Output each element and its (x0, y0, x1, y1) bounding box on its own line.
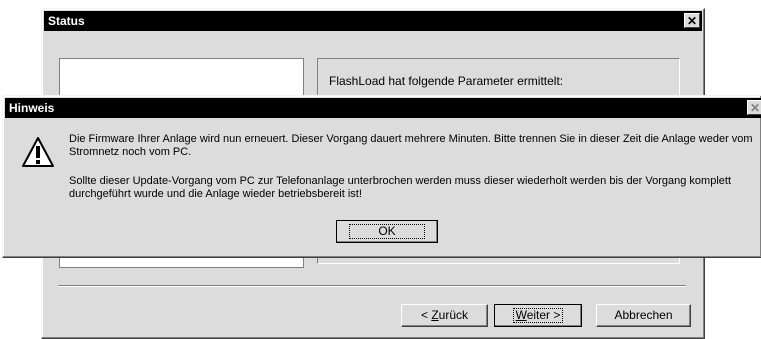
hinweis-message-2: Sollte dieser Update-Vorgang vom PC zur … (69, 175, 732, 200)
next-label: eiter > (526, 308, 561, 322)
cancel-label: Abbrechen (614, 308, 673, 322)
cancel-button[interactable]: Abbrechen (596, 304, 691, 327)
back-label: urück (438, 308, 469, 322)
back-button[interactable]: < Zurück (401, 304, 488, 327)
back-mnemonic: Z (431, 308, 439, 322)
close-icon: ✕ (686, 14, 698, 28)
status-title: Status (48, 14, 85, 28)
hinweis-dialog: Hinweis ✕ Die Firmware Ihrer Anlage wird… (2, 95, 761, 258)
close-icon: ✕ (749, 101, 761, 115)
status-title-bar[interactable]: Status ✕ (44, 11, 702, 31)
parameters-label: FlashLoad hat folgende Parameter ermitte… (329, 74, 564, 88)
back-prefix: < (420, 308, 432, 322)
hinweis-close-button[interactable]: ✕ (747, 100, 761, 115)
ok-button[interactable]: OK (336, 220, 438, 243)
next-mnemonic: W (515, 308, 527, 322)
hinweis-title: Hinweis (9, 101, 55, 115)
exclamation-icon (22, 137, 54, 167)
status-close-button[interactable]: ✕ (684, 13, 700, 28)
separator (58, 285, 686, 287)
hinweis-message-1: Die Firmware Ihrer Anlage wird nun erneu… (69, 133, 753, 158)
hinweis-title-bar[interactable]: Hinweis ✕ (5, 98, 761, 118)
next-button[interactable]: Weiter > (494, 304, 582, 327)
ok-label: OK (346, 221, 427, 242)
